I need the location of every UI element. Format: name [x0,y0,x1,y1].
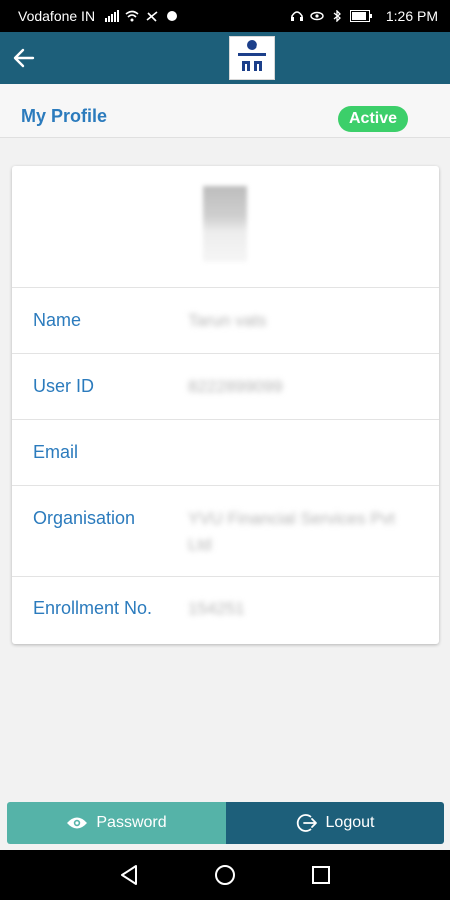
back-button[interactable] [6,40,42,76]
detail-row-user-id: User ID 8222899099 [12,354,439,420]
nav-back-button[interactable] [116,862,142,888]
profile-card: Name Tarun vats User ID 8222899099 Email… [12,166,439,644]
app-bar [0,32,450,84]
logo-image [238,40,266,71]
avatar-section [12,166,439,288]
detail-label: Email [33,442,79,462]
bluetooth-icon [333,10,341,22]
detail-label: Organisation [33,508,136,528]
arrow-left-icon [13,48,35,68]
status-badge: Active [338,106,408,132]
eye-comfort-icon [310,11,324,21]
detail-label: Name [33,310,82,330]
battery-icon [349,10,372,22]
status-bar: Vodafone IN 1:26 PM [0,0,450,32]
detail-row-organisation: Organisation YVU Financial Services Pvt … [12,486,439,577]
sync-icon [167,11,178,21]
nav-home-button[interactable] [212,862,238,888]
eye-icon [67,817,88,829]
system-nav-bar [0,850,450,900]
app-logo [229,36,275,80]
logout-button-label: Logout [325,814,375,831]
clock: 1:26 PM [385,8,438,24]
detail-row-name: Name Tarun vats [12,288,439,354]
nav-recents-button[interactable] [308,862,334,888]
page-title: My Profile [21,106,108,126]
carrier-name: Vodafone IN [18,8,96,24]
status-left-icons [105,10,179,22]
detail-label: Enrollment No. [33,598,153,618]
detail-label: User ID [33,376,95,396]
triangle-back-icon [121,865,137,885]
logout-icon [296,814,317,832]
password-button[interactable]: Password [7,802,226,844]
profile-header: My Profile Active [0,84,450,138]
detail-value: Tarun vats [188,311,267,330]
detail-value: YVU Financial Services Pvt Ltd [188,509,395,554]
detail-value: 8222899099 [188,377,283,396]
wifi-icon [125,10,139,22]
password-button-label: Password [96,814,167,831]
detail-value: 154251 [188,599,245,618]
signal-icon [105,10,120,22]
detail-row-email: Email [12,420,439,486]
headset-icon [290,11,303,21]
status-right-icons: 1:26 PM [290,8,438,24]
avatar [203,186,247,262]
square-recents-icon [312,866,330,884]
detail-row-enrollment: Enrollment No. 154251 [12,577,439,644]
logout-button[interactable]: Logout [226,802,444,844]
usb-icon [146,11,158,22]
circle-home-icon [215,865,235,885]
bottom-action-bar: Password Logout [7,802,444,844]
